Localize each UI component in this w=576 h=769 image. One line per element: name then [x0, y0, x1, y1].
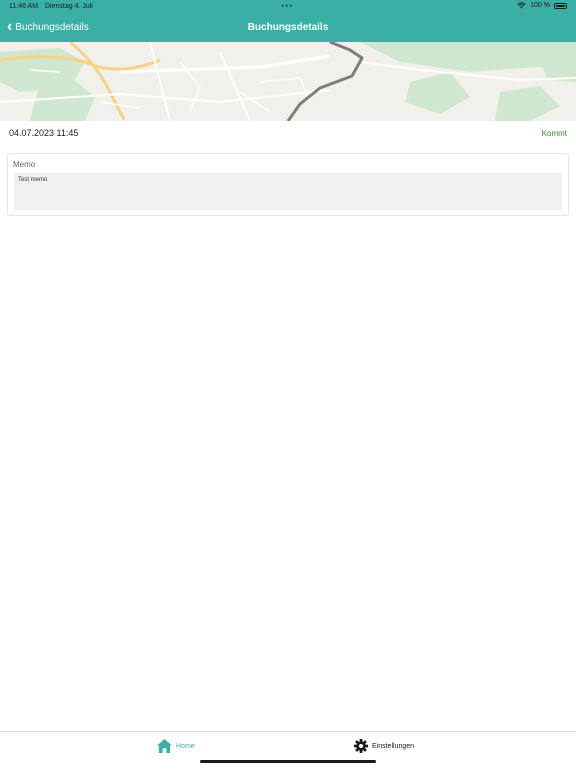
- tab-settings[interactable]: Einstellungen: [354, 739, 414, 753]
- navigation-bar: ‹ Buchungsdetails Buchungsdetails: [0, 13, 576, 42]
- map-view[interactable]: [0, 42, 576, 121]
- page-title: Buchungsdetails: [247, 22, 329, 33]
- memo-label: Memo: [13, 160, 36, 169]
- battery-percentage: 100 %: [530, 2, 550, 9]
- memo-field[interactable]: Test memo: [14, 173, 562, 210]
- memo-card: Memo Test memo: [7, 153, 569, 216]
- memo-text: Test memo: [18, 177, 48, 183]
- battery-icon: [554, 2, 567, 9]
- tab-home[interactable]: Home: [157, 739, 195, 753]
- tab-bar: Home Einstellungen: [0, 731, 576, 769]
- tab-settings-label: Einstellungen: [372, 742, 415, 750]
- tab-home-label: Home: [176, 742, 195, 750]
- status-indicators: 100 %: [517, 2, 567, 9]
- status-bar: 11:46 AM Dienstag 4. Juli ••• 100 %: [0, 0, 576, 13]
- status-date: Dienstag 4. Juli: [45, 3, 93, 10]
- booking-datetime: 04.07.2023 11:45: [9, 128, 79, 138]
- map-graphic: [0, 42, 576, 121]
- home-indicator: [200, 760, 376, 763]
- home-icon: [157, 739, 172, 753]
- multitasking-dots-icon[interactable]: •••: [281, 1, 293, 11]
- wifi-icon: [517, 2, 526, 9]
- gear-icon: [354, 739, 368, 753]
- booking-row: 04.07.2023 11:45 Kommt: [0, 121, 576, 145]
- status-time: 11:46 AM: [9, 3, 39, 10]
- booking-type-badge: Kommt: [541, 129, 567, 138]
